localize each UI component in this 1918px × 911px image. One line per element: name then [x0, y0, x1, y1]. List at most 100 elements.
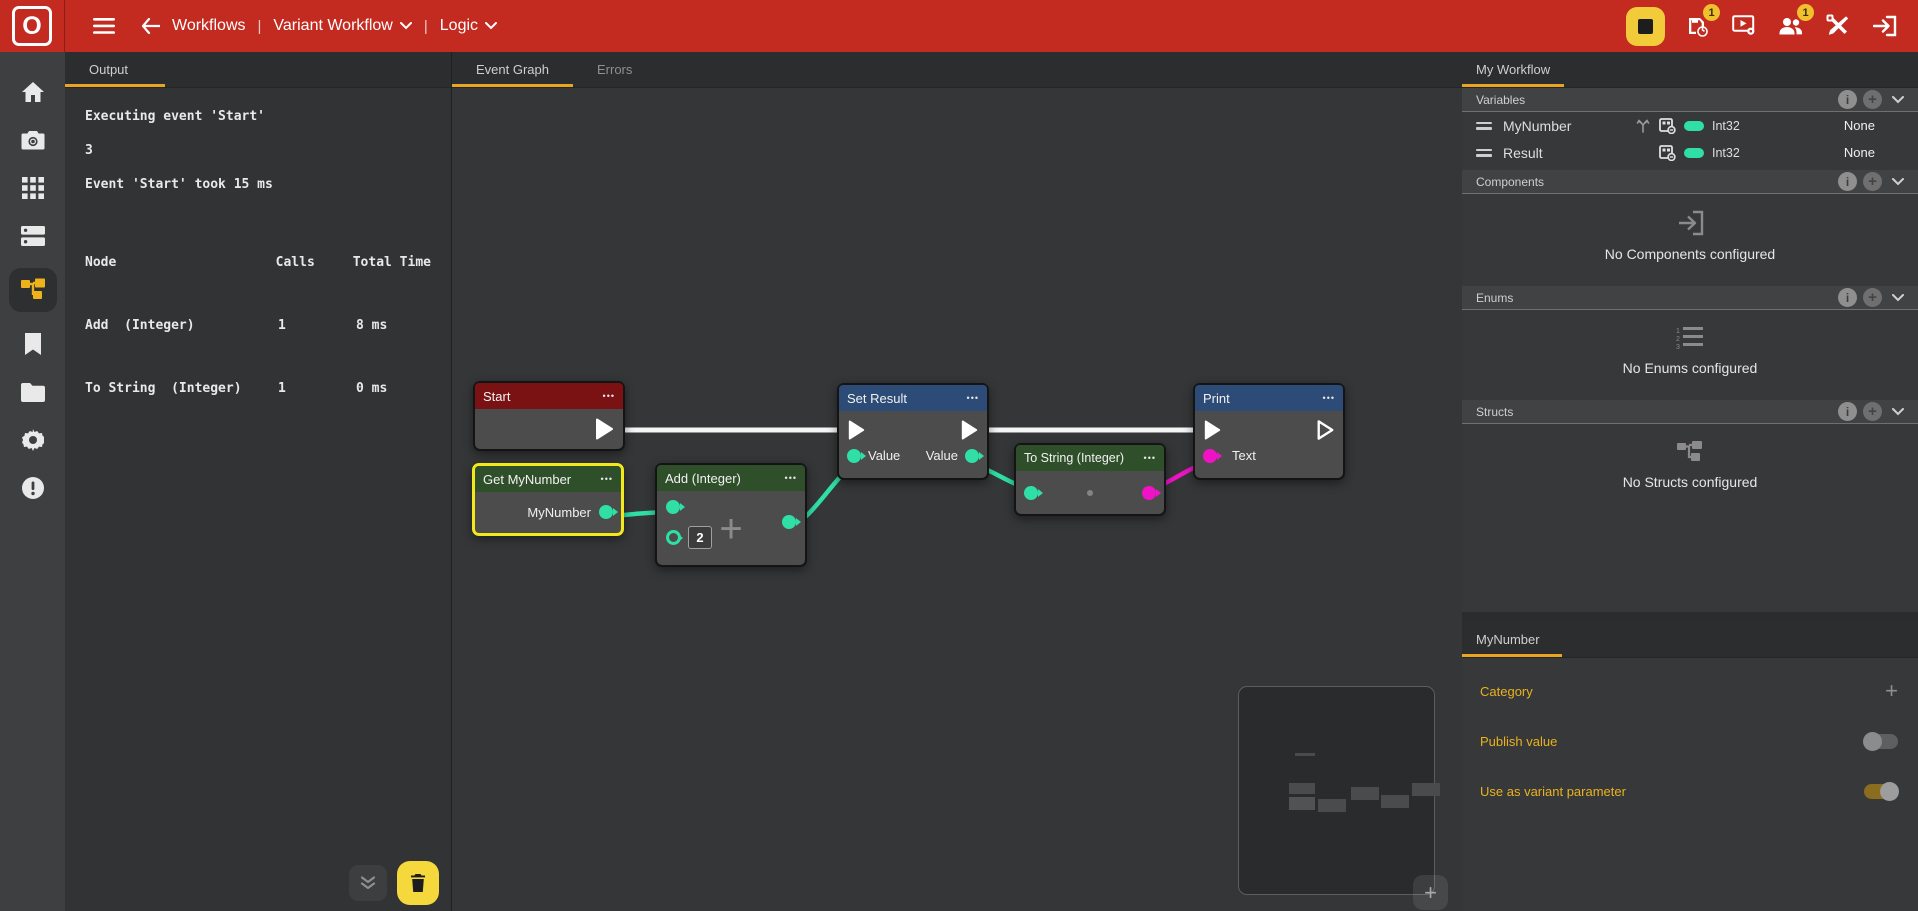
port-label: MyNumber [527, 505, 591, 520]
input-port-teal-unconnected[interactable] [666, 530, 681, 545]
camera-icon [21, 130, 45, 150]
sidebar-item-workflows[interactable] [9, 268, 57, 312]
clear-log-button[interactable] [397, 861, 439, 905]
menu-icon[interactable] [93, 18, 115, 34]
port-label: Value [868, 448, 900, 463]
input-port-teal[interactable] [666, 500, 680, 514]
node-add-integer[interactable]: Add (Integer) ••• 2 + [655, 463, 807, 567]
workflow-selector[interactable]: Variant Workflow [273, 17, 411, 35]
info-icon[interactable]: i [1838, 90, 1857, 109]
app-logo[interactable]: O [0, 0, 65, 52]
table-header-row: Node Calls Total Time [85, 252, 431, 273]
devices-icon [21, 226, 45, 246]
info-icon[interactable]: i [1838, 402, 1857, 421]
stop-button[interactable] [1626, 7, 1665, 46]
node-menu-icon[interactable]: ••• [601, 474, 613, 484]
sidebar-item-alerts[interactable] [10, 472, 56, 504]
add-category-button[interactable]: + [1885, 678, 1898, 704]
collapse-log-button[interactable] [349, 865, 387, 901]
enums-empty-state: 123 No Enums configured [1462, 310, 1918, 400]
breadcrumb-separator: | [424, 18, 428, 35]
add-node-button[interactable]: + [1413, 875, 1448, 910]
back-arrow-icon[interactable] [141, 18, 160, 34]
exec-output-port[interactable] [960, 419, 979, 441]
users-button[interactable]: 1 [1776, 11, 1806, 41]
run-settings-icon [1732, 15, 1757, 37]
info-icon[interactable]: i [1838, 288, 1857, 307]
breadcrumb-workflows[interactable]: Workflows [172, 17, 246, 35]
profiling-table: Node Calls Total Time Add (Integer) 1 8 … [85, 210, 431, 441]
collapsed-pin-dot [1087, 490, 1093, 496]
add-component-button[interactable]: + [1863, 172, 1882, 191]
variable-row-mynumber[interactable]: MyNumber Int32 None [1462, 112, 1918, 139]
tab-mynumber-detail[interactable]: MyNumber [1462, 621, 1562, 657]
node-to-string[interactable]: To String (Integer) ••• [1014, 443, 1166, 516]
log-line: Event 'Start' took 15 ms [85, 176, 431, 194]
variable-row-result[interactable]: Result Int32 None [1462, 139, 1918, 166]
double-chevron-down-icon [360, 876, 376, 890]
drag-handle-icon[interactable] [1476, 122, 1492, 130]
output-port-teal[interactable] [599, 505, 613, 519]
collapse-section-icon[interactable] [1892, 96, 1904, 104]
exec-input-port[interactable] [1203, 419, 1222, 441]
sidebar-item-apps[interactable] [10, 172, 56, 204]
node-menu-icon[interactable]: ••• [1323, 393, 1335, 403]
graph-selector[interactable]: Logic [440, 17, 497, 35]
workflow-panel: My Workflow Variables i + MyNumber Int32… [1462, 52, 1918, 612]
node-set-result[interactable]: Set Result ••• Value Value [837, 383, 989, 480]
apps-grid-icon [22, 177, 44, 199]
struct-tree-icon [1676, 440, 1704, 464]
tab-output[interactable]: Output [65, 51, 165, 87]
sidebar-item-devices[interactable] [10, 220, 56, 252]
exit-icon [1873, 15, 1897, 37]
exec-input-port[interactable] [847, 419, 866, 441]
svg-text:2: 2 [1676, 336, 1680, 343]
node-title: To String (Integer) [1024, 451, 1124, 465]
graph-canvas[interactable]: Event Graph Errors Start ••• [452, 52, 1462, 911]
node-menu-icon[interactable]: ••• [785, 473, 797, 483]
sidebar-item-home[interactable] [10, 76, 56, 108]
add-variable-button[interactable]: + [1863, 90, 1882, 109]
sidebar-item-settings[interactable] [10, 424, 56, 456]
chevron-down-icon [485, 22, 497, 30]
add-struct-button[interactable]: + [1863, 402, 1882, 421]
output-tabbar: Output [65, 52, 451, 88]
node-print[interactable]: Print ••• Text [1193, 383, 1345, 480]
tools-button[interactable] [1823, 11, 1853, 41]
exec-output-port-unconnected[interactable] [1316, 419, 1335, 441]
tab-my-workflow[interactable]: My Workflow [1462, 51, 1564, 87]
log-line: Executing event 'Start' [85, 108, 431, 126]
variant-parameter-toggle[interactable] [1864, 784, 1898, 799]
input-port-teal[interactable] [847, 449, 861, 463]
add-enum-button[interactable]: + [1863, 288, 1882, 307]
input-port-teal[interactable] [1024, 486, 1038, 500]
save-states-button[interactable]: 1 [1682, 11, 1712, 41]
log-line: 3 [85, 142, 431, 160]
node-start[interactable]: Start ••• [473, 381, 625, 451]
variant-split-icon [1635, 118, 1651, 134]
chevron-down-icon [400, 22, 412, 30]
input-value-box[interactable]: 2 [688, 526, 712, 549]
save-badge: 1 [1703, 4, 1720, 21]
exec-output-port[interactable] [594, 417, 615, 441]
output-port-teal[interactable] [782, 515, 796, 529]
minimap[interactable] [1238, 686, 1435, 895]
publish-value-toggle[interactable] [1864, 734, 1898, 749]
node-menu-icon[interactable]: ••• [967, 393, 979, 403]
execution-settings-button[interactable] [1729, 11, 1759, 41]
exit-button[interactable] [1870, 11, 1900, 41]
node-get-mynumber[interactable]: Get MyNumber ••• MyNumber [472, 463, 624, 536]
output-port-magenta[interactable] [1142, 486, 1156, 500]
drag-handle-icon[interactable] [1476, 149, 1492, 157]
sidebar-item-files[interactable] [10, 376, 56, 408]
info-icon[interactable]: i [1838, 172, 1857, 191]
sidebar-item-camera[interactable] [10, 124, 56, 156]
collapse-section-icon[interactable] [1892, 178, 1904, 186]
collapse-section-icon[interactable] [1892, 408, 1904, 416]
node-menu-icon[interactable]: ••• [1144, 453, 1156, 463]
node-menu-icon[interactable]: ••• [603, 391, 615, 401]
output-port-teal[interactable] [965, 449, 979, 463]
collapse-section-icon[interactable] [1892, 294, 1904, 302]
sidebar-item-bookmarks[interactable] [10, 328, 56, 360]
input-port-magenta[interactable] [1203, 449, 1217, 463]
